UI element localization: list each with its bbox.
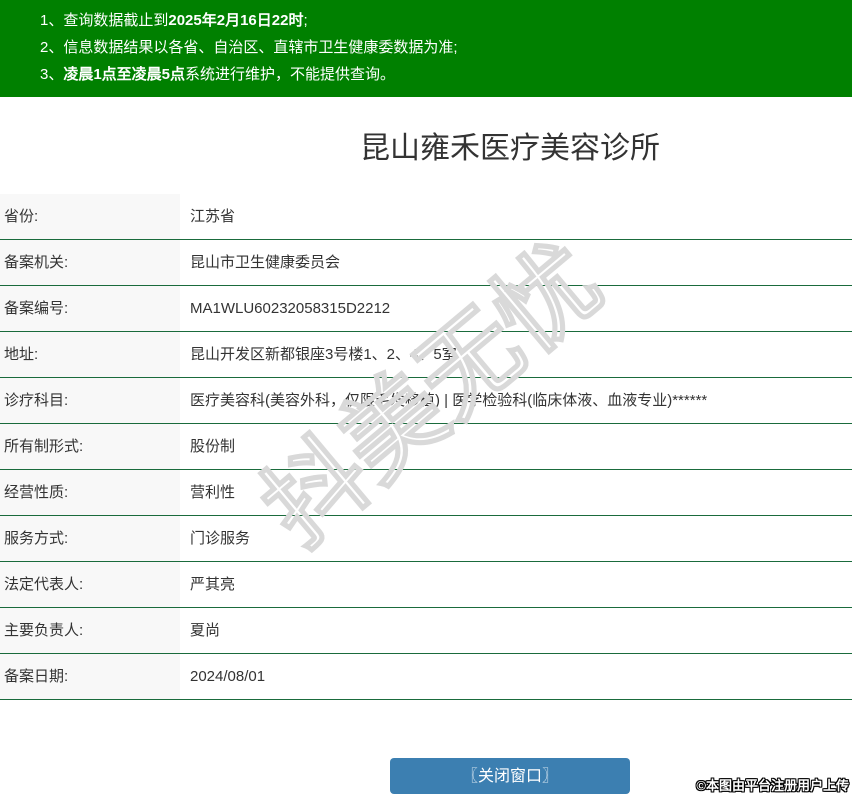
row-value: 2024/08/01	[180, 654, 852, 699]
notice-text: 信息数据结果以各省、自治区、直辖市卫生健康委数据为准;	[63, 39, 458, 56]
screenshot-viewport: 1、查询数据截止到2025年2月16日22时; 2、信息数据结果以各省、自治区、…	[0, 0, 852, 796]
table-row: 主要负责人: 夏尚	[0, 608, 852, 654]
notice-item: 3、凌晨1点至凌晨5点系统进行维护，不能提供查询。	[40, 61, 852, 88]
row-value: 江苏省	[180, 194, 852, 239]
registration-table: 省份: 江苏省 备案机关: 昆山市卫生健康委员会 备案编号: MA1WLU602…	[0, 194, 852, 700]
table-row: 备案机关: 昆山市卫生健康委员会	[0, 240, 852, 286]
button-row: 〖关闭窗口〗	[0, 758, 852, 794]
row-value: MA1WLU60232058315D2212	[180, 286, 852, 331]
table-row: 诊疗科目: 医疗美容科(美容外科，仅限毛发移植) | 医学检验科(临床体液、血液…	[0, 378, 852, 424]
row-label: 法定代表人:	[0, 562, 180, 607]
notice-header: 1、查询数据截止到2025年2月16日22时; 2、信息数据结果以各省、自治区、…	[0, 0, 852, 97]
table-row: 省份: 江苏省	[0, 194, 852, 240]
table-row: 经营性质: 营利性	[0, 470, 852, 516]
row-label: 备案日期:	[0, 654, 180, 699]
row-value: 严其亮	[180, 562, 852, 607]
row-value: 昆山开发区新都银座3号楼1、2、4、5室	[180, 332, 852, 377]
row-label: 诊疗科目:	[0, 378, 180, 423]
row-label: 地址:	[0, 332, 180, 377]
row-value: 股份制	[180, 424, 852, 469]
row-value: 医疗美容科(美容外科，仅限毛发移植) | 医学检验科(临床体液、血液专业)***…	[180, 378, 852, 423]
table-row: 备案日期: 2024/08/01	[0, 654, 852, 700]
row-value: 营利性	[180, 470, 852, 515]
notice-number: 3、	[40, 66, 64, 83]
row-label: 省份:	[0, 194, 180, 239]
table-row: 所有制形式: 股份制	[0, 424, 852, 470]
row-label: 主要负责人:	[0, 608, 180, 653]
close-window-button[interactable]: 〖关闭窗口〗	[390, 758, 630, 794]
row-value: 夏尚	[180, 608, 852, 653]
table-row: 地址: 昆山开发区新都银座3号楼1、2、4、5室	[0, 332, 852, 378]
row-label: 所有制形式:	[0, 424, 180, 469]
row-label: 备案编号:	[0, 286, 180, 331]
notice-text: ;	[303, 12, 308, 29]
notice-text: 查询数据截止到	[63, 12, 169, 29]
row-label: 备案机关:	[0, 240, 180, 285]
row-value: 昆山市卫生健康委员会	[180, 240, 852, 285]
row-label: 服务方式:	[0, 516, 180, 561]
notice-text-bold: 凌晨1点至凌晨5点	[63, 66, 186, 83]
page: 1、查询数据截止到2025年2月16日22时; 2、信息数据结果以各省、自治区、…	[0, 0, 852, 796]
table-row: 服务方式: 门诊服务	[0, 516, 852, 562]
table-row: 法定代表人: 严其亮	[0, 562, 852, 608]
row-value: 门诊服务	[180, 516, 852, 561]
notice-text: 系统进行维护，不能提供查询。	[185, 66, 396, 83]
page-title: 昆山雍禾医疗美容诊所	[360, 132, 660, 165]
notice-number: 1、	[40, 12, 64, 29]
table-row: 备案编号: MA1WLU60232058315D2212	[0, 286, 852, 332]
notice-number: 2、	[40, 39, 64, 56]
notice-text-bold: 2025年2月16日22时	[168, 12, 304, 29]
notice-item: 1、查询数据截止到2025年2月16日22时;	[40, 7, 852, 34]
row-label: 经营性质:	[0, 470, 180, 515]
notice-item: 2、信息数据结果以各省、自治区、直辖市卫生健康委数据为准;	[40, 34, 852, 61]
